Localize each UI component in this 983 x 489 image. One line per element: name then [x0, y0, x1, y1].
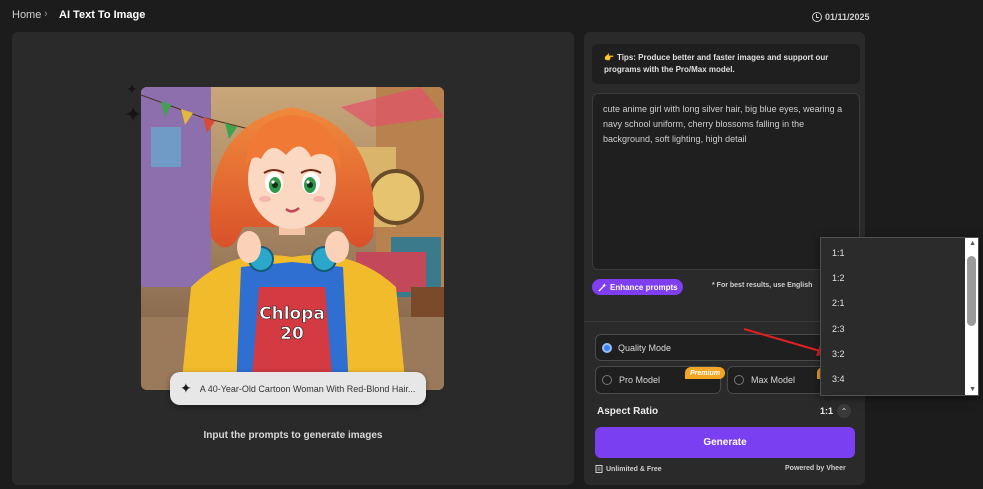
- breadcrumb-chevron-icon: ›: [44, 8, 48, 20]
- premium-badge: Premium: [685, 367, 725, 379]
- powered-by-text: Powered by Vheer: [785, 465, 846, 472]
- document-icon: [595, 465, 603, 473]
- magic-wand-icon: [598, 282, 607, 292]
- quality-mode-label: Quality Mode: [618, 342, 672, 353]
- radio-unselected-icon[interactable]: [602, 375, 612, 385]
- aspect-option-2-3[interactable]: 2:3: [832, 324, 845, 334]
- generated-image-preview: Chlopa 20: [141, 87, 444, 390]
- date-display: 01/11/2025: [812, 12, 870, 22]
- breadcrumb-home-link[interactable]: Home: [12, 9, 41, 21]
- clock-icon: [812, 12, 822, 22]
- scroll-up-icon[interactable]: ▲: [969, 240, 976, 247]
- shirt-text: Chlopa: [259, 304, 325, 324]
- tips-banner: 👉 Tips: Produce better and faster images …: [592, 44, 860, 84]
- aspect-option-1-2[interactable]: 1:2: [832, 273, 845, 283]
- sparkle-icon: ✦: [180, 380, 192, 396]
- sparkle-icon: ✦: [126, 81, 138, 97]
- aspect-ratio-dropdown[interactable]: 1:1 1:2 2:1 2:3 3:2 3:4 ▲ ▼: [820, 237, 979, 396]
- scrollbar-thumb[interactable]: [967, 256, 976, 326]
- enhance-prompts-button[interactable]: Enhance prompts: [592, 279, 683, 295]
- radio-unselected-icon[interactable]: [734, 375, 744, 385]
- example-prompt-text: A 40-Year-Old Cartoon Woman With Red-Blo…: [199, 383, 416, 394]
- anime-woman-illustration: Chlopa 20: [141, 87, 444, 390]
- date-text: 01/11/2025: [825, 12, 870, 22]
- preview-panel: ✦ ✦ Chlopa 20 ✦ A 40-Year-Old Cartoon Wo…: [12, 32, 574, 485]
- chevron-up-icon[interactable]: ⌃: [837, 404, 851, 418]
- aspect-option-3-4[interactable]: 3:4: [832, 374, 845, 384]
- unlimited-info: Unlimited & Free: [595, 465, 662, 473]
- aspect-option-1-1[interactable]: 1:1: [832, 248, 845, 258]
- aspect-ratio-value[interactable]: 1:1: [820, 406, 833, 416]
- pro-model-label: Pro Model: [619, 375, 661, 385]
- unlimited-text: Unlimited & Free: [606, 465, 662, 473]
- enhance-prompts-label: Enhance prompts: [610, 282, 678, 292]
- pointing-hand-icon: 👉: [604, 53, 614, 62]
- aspect-ratio-label: Aspect Ratio: [597, 406, 659, 417]
- max-model-option[interactable]: Max Model: [727, 366, 827, 394]
- breadcrumb-current: AI Text To Image: [59, 9, 146, 21]
- aspect-option-2-1[interactable]: 2:1: [832, 298, 845, 308]
- tips-text: Tips: Produce better and faster images a…: [604, 53, 829, 74]
- radio-selected-icon[interactable]: [602, 342, 612, 353]
- sparkle-icon: ✦: [124, 102, 143, 127]
- aspect-option-3-2[interactable]: 3:2: [832, 349, 845, 359]
- scroll-down-icon[interactable]: ▼: [969, 386, 976, 393]
- example-prompt-chip[interactable]: ✦ A 40-Year-Old Cartoon Woman With Red-B…: [170, 372, 426, 405]
- preview-hint: Input the prompts to generate images: [203, 430, 383, 441]
- generate-button[interactable]: Generate: [595, 427, 855, 458]
- shirt-number: 20: [280, 324, 304, 344]
- english-hint: * For best results, use English: [712, 282, 813, 289]
- top-bar: Home › AI Text To Image 01/11/2025: [0, 0, 983, 32]
- max-model-label: Max Model: [751, 375, 796, 385]
- dropdown-scrollbar[interactable]: ▲ ▼: [965, 238, 978, 395]
